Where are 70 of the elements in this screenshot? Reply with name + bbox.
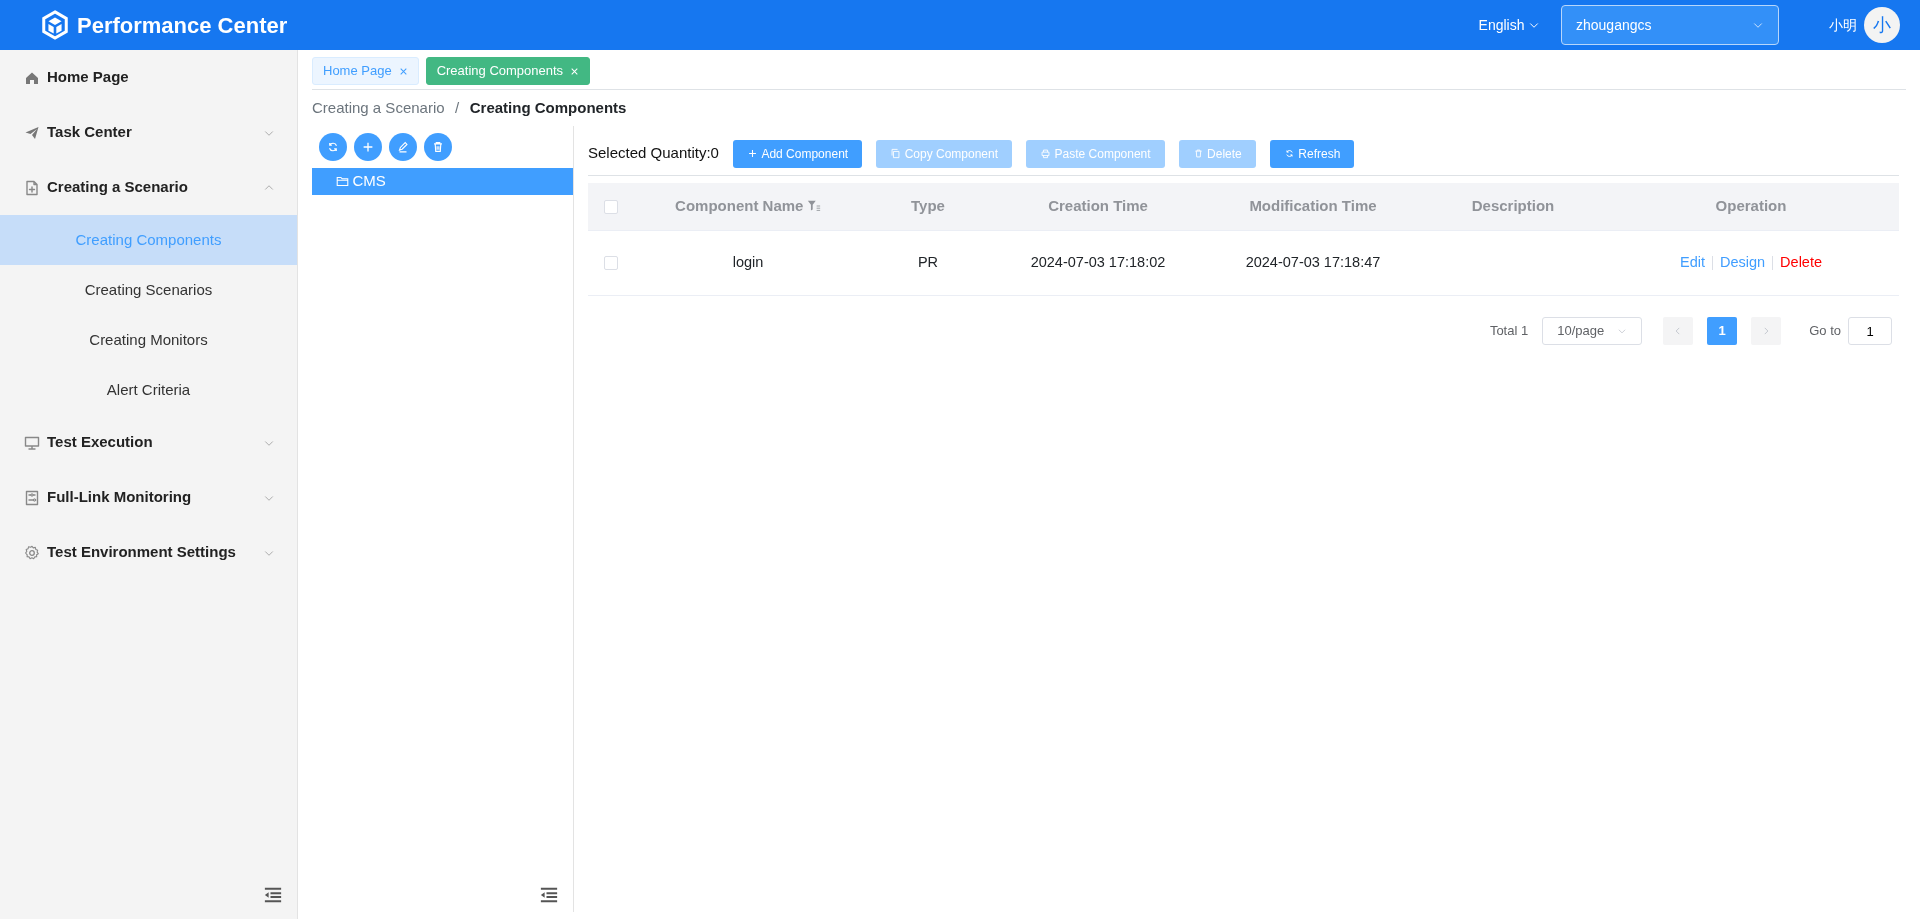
page-size-select[interactable]: 10/page [1542, 317, 1643, 345]
filter-icon[interactable] [806, 199, 821, 214]
breadcrumb-link[interactable]: Creating a Scenario [312, 96, 445, 119]
trash-icon [1192, 148, 1204, 159]
row-checkbox[interactable] [603, 256, 618, 271]
plus-button[interactable] [354, 133, 382, 161]
file-plus-icon [24, 179, 40, 196]
refresh-button[interactable] [319, 133, 347, 161]
sidebar-menu-item[interactable]: Task Center [0, 105, 297, 160]
table-cell: 2024-07-03 17:18:47 [1245, 254, 1381, 271]
plus-icon [361, 140, 375, 154]
tree-item[interactable]: CMS [312, 168, 573, 195]
gear-icon [24, 544, 40, 561]
column-header: Creation Time [1048, 197, 1148, 214]
action-link[interactable]: Delete [1780, 252, 1823, 274]
page-number-button[interactable]: 1 [1707, 317, 1738, 345]
close-icon[interactable] [570, 66, 580, 76]
column-header: Modification Time [1249, 197, 1377, 214]
selected-quantity: Selected Quantity:0 [588, 143, 719, 164]
collapse-tree-icon[interactable] [539, 885, 559, 905]
app-title: Performance Center [77, 11, 288, 40]
total-count: Total 1 [1489, 322, 1529, 341]
language-dropdown[interactable]: English [1478, 14, 1540, 36]
sidebar-submenu-item[interactable]: Creating Components [0, 215, 297, 265]
action-link[interactable]: Edit [1679, 252, 1705, 274]
close-icon[interactable] [398, 66, 408, 76]
column-header: Type [911, 197, 945, 214]
copy-icon [890, 148, 902, 159]
sidebar-menu-item[interactable]: Test Environment Settings [0, 525, 297, 580]
user-avatar[interactable]: 小 [1864, 7, 1900, 43]
pencil-button[interactable] [389, 133, 417, 161]
goto-page-field[interactable]: 1 [1848, 317, 1892, 345]
page-tab[interactable]: Home Page [312, 57, 419, 85]
sidebar-menu-item[interactable]: Full-Link Monitoring [0, 470, 297, 525]
folder-icon [336, 175, 349, 188]
table-cell: login [732, 254, 764, 271]
paper-plane-icon [24, 124, 40, 141]
trash-icon [431, 140, 445, 154]
select-all-checkbox[interactable] [603, 200, 618, 215]
refresh-icon [326, 140, 340, 154]
project-select[interactable]: zhougangcs [1561, 5, 1779, 45]
chevron-down-icon [1617, 326, 1628, 336]
trash-button[interactable] [424, 133, 452, 161]
column-header: Operation [1715, 197, 1787, 214]
sidebar-menu-item[interactable]: Creating a Scenario [0, 160, 297, 215]
page-tab[interactable]: Creating Components [425, 57, 591, 85]
goto-label: Go to [1809, 322, 1841, 341]
sidebar-menu-item[interactable]: Test Execution [0, 415, 297, 470]
breadcrumb-current: Creating Components [469, 97, 627, 118]
collapse-menu-icon[interactable] [263, 885, 283, 905]
column-header: Component Name [675, 196, 804, 216]
monitor-icon [24, 434, 40, 451]
sidebar-submenu-item[interactable]: Alert Criteria [0, 365, 297, 415]
table-cell: PR [917, 254, 939, 271]
breadcrumb-separator: / [455, 97, 460, 118]
cube-logo-icon [40, 10, 70, 40]
sidebar-menu-item[interactable]: Home Page [0, 50, 297, 105]
sidebar-submenu-item[interactable]: Creating Scenarios [0, 265, 297, 315]
table-cell: 2024-07-03 17:18:02 [1030, 254, 1166, 271]
plus-icon [746, 148, 758, 159]
refresh-icon [1283, 148, 1295, 159]
action-link[interactable]: Design [1719, 252, 1766, 274]
pencil-icon [396, 140, 410, 154]
toolbar-button[interactable]: Add Component [732, 139, 863, 168]
printer-icon [1040, 148, 1052, 159]
column-header: Description [1471, 197, 1555, 214]
sidebar-submenu-item[interactable]: Creating Monitors [0, 315, 297, 365]
toolbar-button[interactable]: Refresh [1269, 139, 1355, 168]
control-panel-icon [24, 489, 40, 506]
user-name: 小明 [1829, 15, 1857, 35]
